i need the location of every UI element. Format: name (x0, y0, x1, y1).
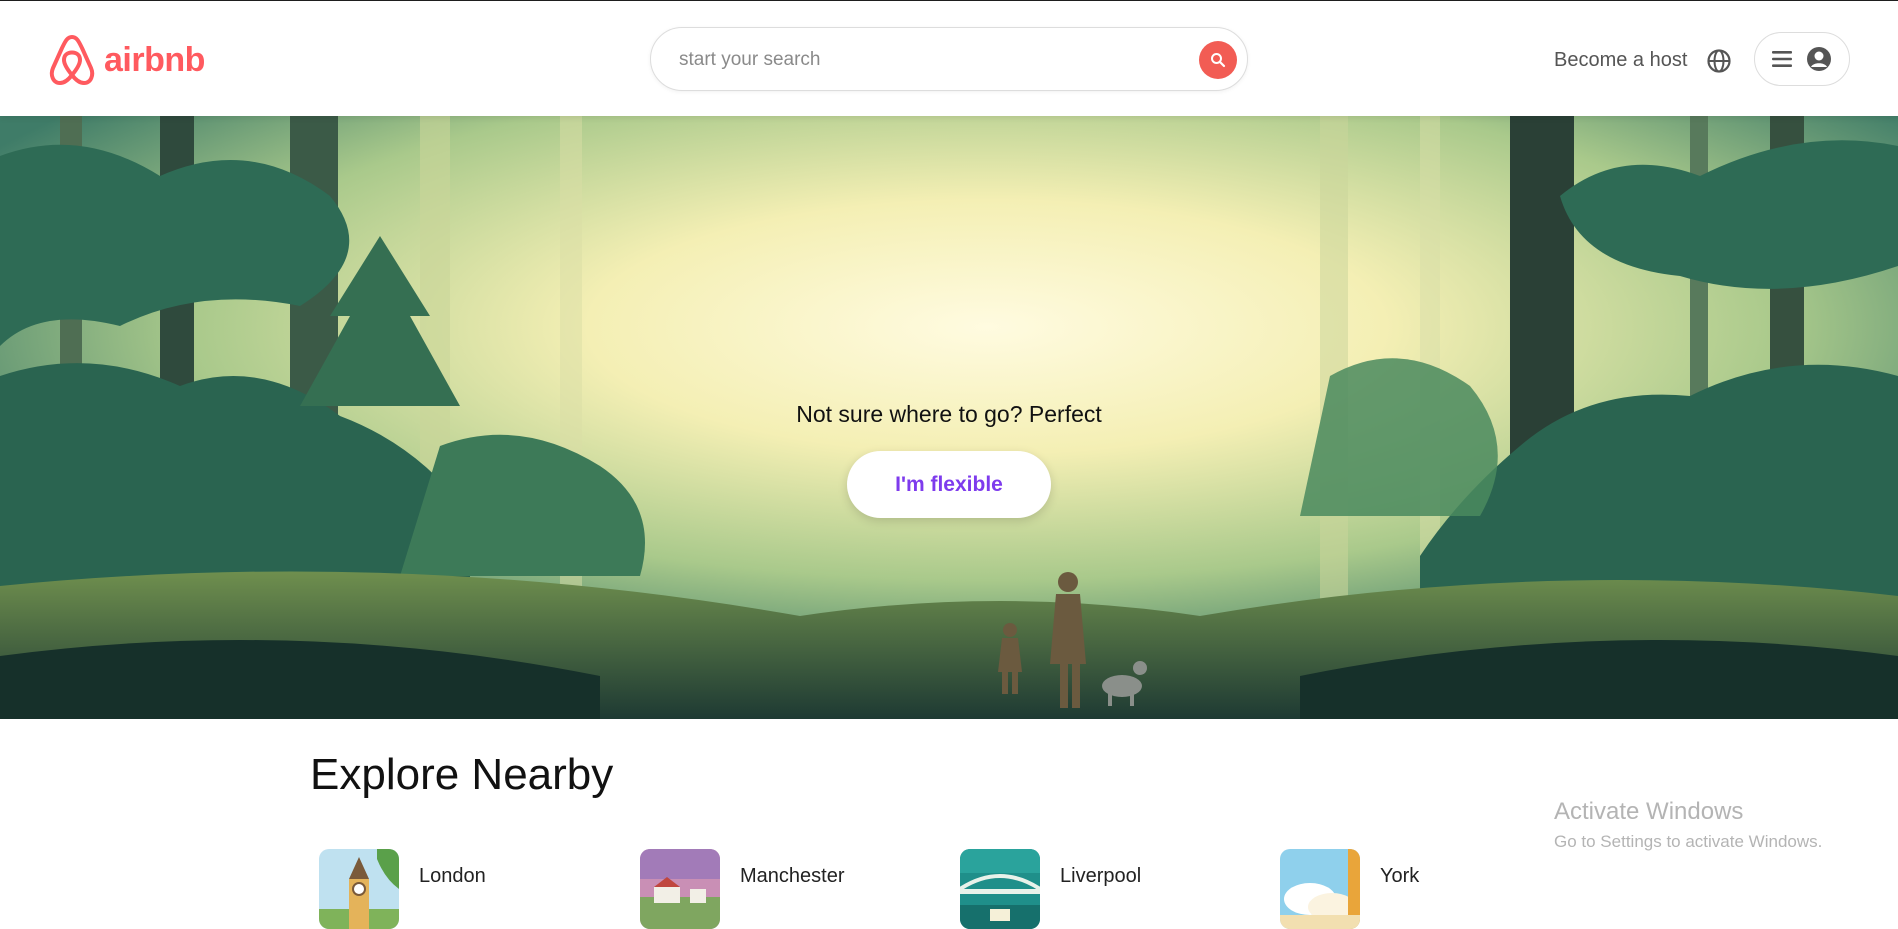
city-card-liverpool[interactable]: Liverpool (960, 849, 1141, 929)
manchester-thumbnail (640, 849, 720, 929)
globe-icon[interactable] (1706, 48, 1732, 74)
airbnb-logo[interactable]: airbnb (48, 33, 205, 87)
im-flexible-button[interactable]: I'm flexible (847, 451, 1051, 518)
activate-subtitle: Go to Settings to activate Windows. (1554, 832, 1823, 851)
city-card-york[interactable]: York (1280, 849, 1419, 929)
brand-name: airbnb (104, 40, 205, 79)
become-host-link[interactable]: Become a host (1554, 49, 1687, 72)
city-name: Manchester (740, 865, 845, 887)
search-input[interactable] (677, 44, 1161, 76)
city-name: Liverpool (1060, 865, 1142, 887)
user-menu-button[interactable] (1754, 32, 1850, 86)
hamburger-icon (1772, 51, 1792, 67)
city-card-manchester[interactable]: Manchester (640, 849, 845, 929)
windows-activation-watermark: Activate Windows Go to Settings to activ… (1554, 798, 1822, 852)
search-button[interactable] (1199, 41, 1237, 79)
explore-nearby-heading: Explore Nearby (310, 750, 614, 799)
site-header: airbnb Become a host (0, 1, 1898, 116)
airbnb-logo-icon (49, 35, 95, 85)
city-card-london[interactable]: London (319, 849, 486, 929)
hero-banner: Not sure where to go? Perfect I'm flexib… (0, 116, 1898, 719)
search-icon (1211, 53, 1226, 68)
york-thumbnail (1280, 849, 1360, 929)
hero-tagline: Not sure where to go? Perfect (796, 401, 1102, 427)
liverpool-thumbnail (960, 849, 1040, 929)
user-circle-icon (1807, 47, 1831, 71)
city-name: York (1380, 865, 1420, 887)
london-thumbnail (319, 849, 399, 929)
activate-title: Activate Windows (1554, 798, 1744, 825)
city-name: London (419, 865, 486, 887)
search-bar[interactable] (650, 27, 1248, 91)
